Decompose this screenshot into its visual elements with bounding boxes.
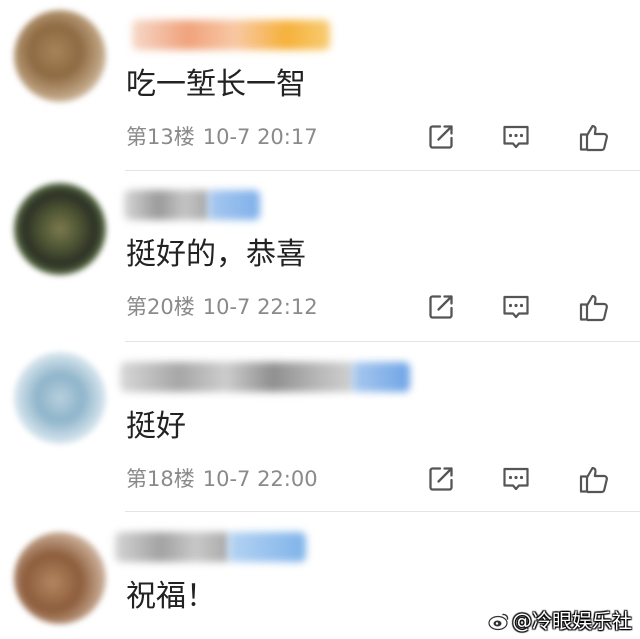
floor-number: 第13楼 — [126, 125, 195, 149]
avatar[interactable] — [14, 352, 106, 444]
comment-list: 吃一堑长一智 第13楼 10-7 20:17 挺好的，恭喜 第20楼 10-7 22… — [0, 0, 640, 639]
comment-text: 祝福！ — [126, 579, 216, 614]
share-icon[interactable] — [426, 464, 456, 494]
username-blurred[interactable] — [132, 20, 330, 50]
username-blurred[interactable] — [120, 362, 355, 392]
thumbs-up-icon[interactable] — [578, 122, 610, 152]
comment-datetime: 10-7 20:17 — [202, 125, 318, 149]
comment-item: 挺好的，恭喜 第20楼 10-7 22:12 — [0, 170, 640, 342]
share-icon[interactable] — [426, 292, 456, 322]
comment-icon[interactable] — [501, 122, 531, 152]
username-blurred[interactable] — [208, 190, 260, 220]
thumbs-up-icon[interactable] — [578, 292, 610, 322]
username-blurred[interactable] — [115, 532, 230, 562]
weibo-logo-icon — [488, 613, 509, 631]
comment-icon[interactable] — [501, 292, 531, 322]
thumbs-up-icon[interactable] — [578, 464, 610, 494]
watermark-text: @冷眼娱乐社 — [512, 609, 632, 633]
username-blurred[interactable] — [352, 362, 410, 392]
comment-icon[interactable] — [501, 464, 531, 494]
comment-text: 挺好 — [126, 409, 186, 444]
comment-meta: 第13楼 10-7 20:17 — [126, 124, 318, 150]
avatar[interactable] — [14, 10, 106, 102]
watermark: @冷眼娱乐社 — [488, 609, 632, 633]
comment-meta: 第18楼 10-7 22:00 — [126, 466, 318, 492]
comment-meta: 第20楼 10-7 22:12 — [126, 294, 318, 320]
share-icon[interactable] — [426, 122, 456, 152]
comment-datetime: 10-7 22:00 — [202, 467, 318, 491]
avatar[interactable] — [14, 183, 106, 275]
comment-text: 吃一堑长一智 — [126, 67, 306, 102]
comment-item: 吃一堑长一智 第13楼 10-7 20:17 — [0, 0, 640, 171]
comment-datetime: 10-7 22:12 — [202, 295, 318, 319]
comment-item: 挺好 第18楼 10-7 22:00 — [0, 342, 640, 512]
username-blurred[interactable] — [228, 532, 306, 562]
floor-number: 第18楼 — [126, 467, 195, 491]
username-blurred[interactable] — [124, 190, 210, 220]
floor-number: 第20楼 — [126, 295, 195, 319]
comment-text: 挺好的，恭喜 — [126, 237, 306, 272]
avatar[interactable] — [14, 532, 106, 624]
